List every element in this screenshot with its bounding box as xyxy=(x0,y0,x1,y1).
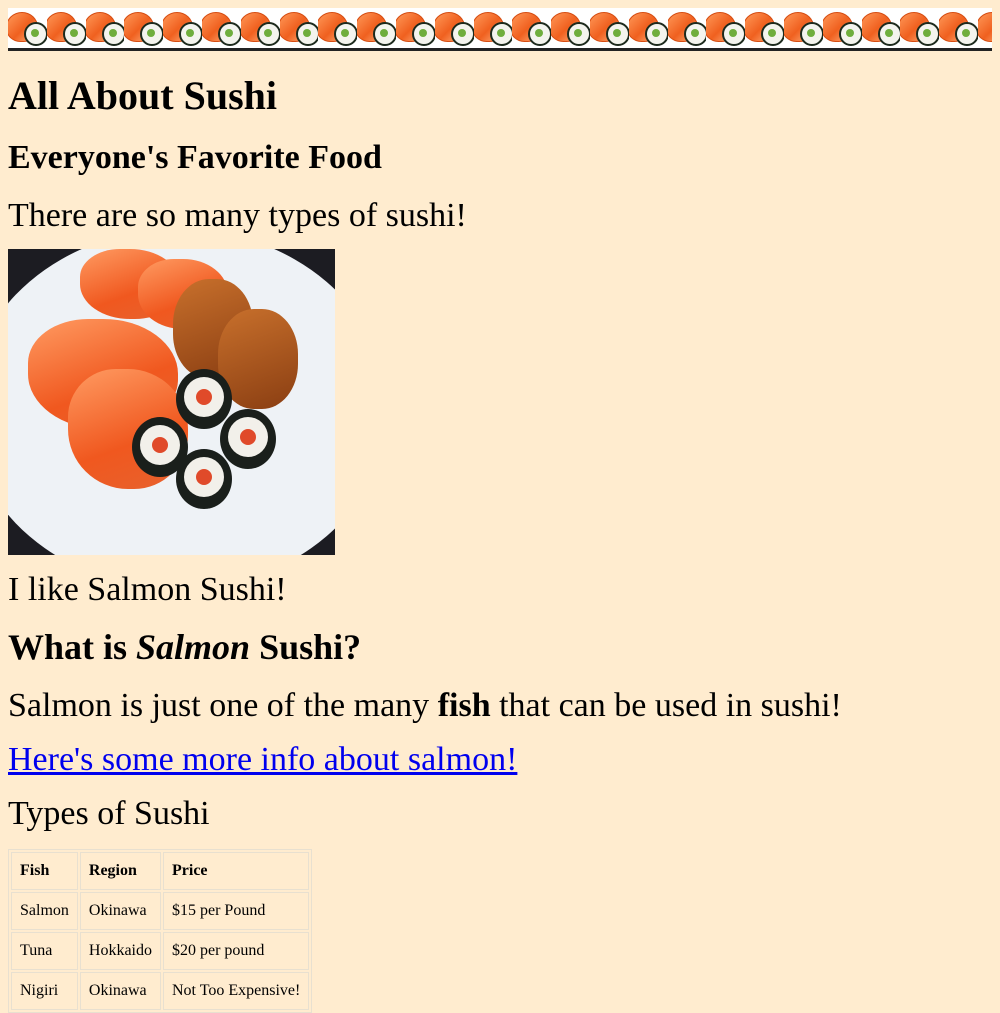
banner-sushi-icon xyxy=(318,8,358,48)
salmon-description: Salmon is just one of the many fish that… xyxy=(8,685,992,727)
banner-sushi-icon xyxy=(357,8,396,48)
table-cell: Nigiri xyxy=(11,972,78,1010)
table-cell: Salmon xyxy=(11,892,78,930)
banner-sushi-icon xyxy=(434,8,474,48)
table-header-region: Region xyxy=(79,852,161,890)
banner-sushi-icon xyxy=(628,8,668,48)
table-row: Salmon Okinawa $15 per Pound xyxy=(11,892,310,930)
banner-sushi-icon xyxy=(939,8,978,48)
table-cell: Not Too Expensive! xyxy=(163,972,310,1010)
banner-sushi-icon xyxy=(822,8,862,48)
question-prefix: What is xyxy=(8,627,137,667)
sushi-table: Fish Region Price Salmon Okinawa $15 per… xyxy=(8,849,313,1013)
table-header-fish: Fish xyxy=(11,852,78,890)
salmon-info-link[interactable]: Here's some more info about salmon! xyxy=(8,739,517,781)
banner-sushi-icon xyxy=(977,8,992,48)
desc-suffix: that can be used in sushi! xyxy=(490,687,842,724)
intro-text: There are so many types of sushi! xyxy=(8,197,467,234)
types-heading: Types of Sushi xyxy=(8,795,210,832)
maki-roll-shape xyxy=(176,449,232,509)
banner-sushi-icon xyxy=(85,8,125,48)
table-cell: $15 per Pound xyxy=(163,892,310,930)
banner-sushi-icon xyxy=(8,8,47,48)
banner-sushi-icon xyxy=(279,8,319,48)
banner-sushi-icon xyxy=(201,8,241,48)
table-cell: Tuna xyxy=(11,932,78,970)
banner-sushi-icon xyxy=(46,8,86,48)
page-title: All About Sushi xyxy=(8,73,278,118)
page-subtitle: Everyone's Favorite Food xyxy=(8,139,382,176)
table-row: Nigiri Okinawa Not Too Expensive! xyxy=(11,972,310,1010)
maki-roll-shape xyxy=(220,409,276,469)
banner-sushi-icon xyxy=(163,8,202,48)
banner-sushi-icon xyxy=(240,8,280,48)
banner-sushi-icon xyxy=(124,8,164,48)
banner-sushi-icon xyxy=(667,8,707,48)
question-suffix: Sushi? xyxy=(250,627,362,667)
desc-prefix: Salmon is just one of the many xyxy=(8,687,438,724)
banner-sushi-icon xyxy=(512,8,552,48)
desc-bold: fish xyxy=(437,687,491,724)
banner-sushi-icon xyxy=(395,8,435,48)
banner-sushi-icon xyxy=(551,8,590,48)
like-text: I like Salmon Sushi! xyxy=(8,571,287,608)
sushi-photo xyxy=(8,249,335,555)
banner-sushi-icon xyxy=(745,8,784,48)
page: All About Sushi Everyone's Favorite Food… xyxy=(0,0,1000,1013)
banner-sushi-icon xyxy=(900,8,940,48)
table-row: Tuna Hokkaido $20 per pound xyxy=(11,932,310,970)
table-cell: Okinawa xyxy=(79,972,161,1010)
banner-sushi-icon xyxy=(783,8,823,48)
banner-sushi-icon xyxy=(589,8,629,48)
table-cell: Okinawa xyxy=(79,892,161,930)
question-emphasis: Salmon xyxy=(136,627,251,667)
banner-sushi-icon xyxy=(473,8,513,48)
table-cell: $20 per pound xyxy=(163,932,310,970)
table-cell: Hokkaido xyxy=(79,932,161,970)
banner-sushi-icon xyxy=(861,8,901,48)
table-header-price: Price xyxy=(163,852,310,890)
maki-roll-shape xyxy=(176,369,232,429)
table-header-row: Fish Region Price xyxy=(11,852,310,890)
banner-sushi-icon xyxy=(706,8,746,48)
sushi-banner-image xyxy=(8,8,992,51)
salmon-question-heading: What is Salmon Sushi? xyxy=(8,625,992,669)
